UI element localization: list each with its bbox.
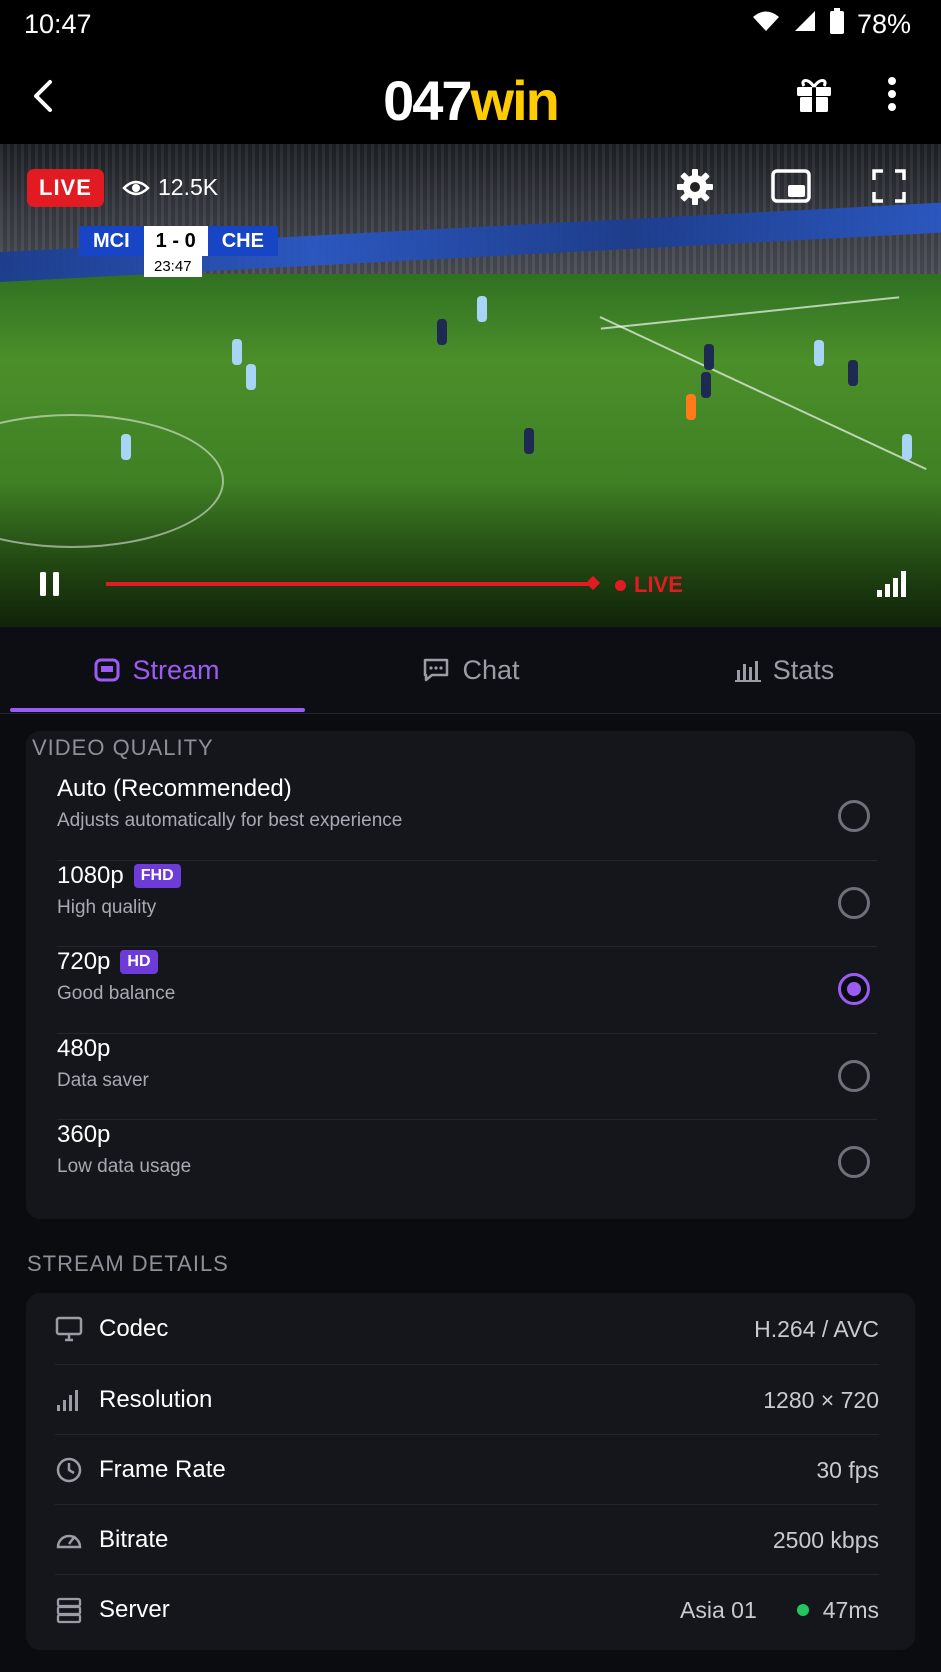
detail-value: H.264 / AVC xyxy=(754,1315,879,1342)
home-team: MCI xyxy=(79,226,144,256)
settings-button[interactable] xyxy=(676,168,714,211)
quality-radio[interactable] xyxy=(838,887,870,919)
scorebug: MCI 1 - 0 CHE xyxy=(79,226,278,256)
quality-label: 360p xyxy=(57,1121,111,1148)
quality-label: 720p xyxy=(57,948,111,975)
viewer-count: 12.5K xyxy=(122,174,218,201)
more-vertical-icon xyxy=(888,77,896,111)
quality-radio[interactable] xyxy=(838,1146,870,1178)
quality-option-auto[interactable]: Auto (Recommended) Adjusts automatically… xyxy=(57,775,877,861)
tab-stream[interactable]: Stream xyxy=(0,627,314,713)
tab-bar: Stream Chat Stats xyxy=(0,627,941,714)
quality-badge: HD xyxy=(120,950,158,974)
gear-icon xyxy=(677,169,713,205)
signal-bars-icon xyxy=(57,1390,78,1411)
detail-label: Bitrate xyxy=(99,1526,169,1553)
stats-icon xyxy=(734,661,761,682)
stream-details-title: STREAM DETAILS xyxy=(27,1251,229,1276)
latency-status-dot xyxy=(796,1604,809,1616)
quality-description: Data saver xyxy=(57,1070,149,1091)
more-options-button[interactable] xyxy=(885,76,899,117)
quality-option-480p[interactable]: 480p Data saver xyxy=(57,1035,877,1121)
gift-icon xyxy=(797,79,831,112)
detail-value: 1280 × 720 xyxy=(763,1386,879,1413)
live-dot xyxy=(615,579,626,591)
quality-description: Good balance xyxy=(57,983,176,1004)
tab-stats-label: Stats xyxy=(772,654,835,685)
quality-option-1080p[interactable]: 1080p FHD High quality xyxy=(57,862,877,948)
server-icon xyxy=(56,1597,82,1624)
detail-row-codec: Codec H.264 / AVC xyxy=(55,1294,879,1364)
app-header: 047win xyxy=(0,50,941,144)
detail-row-server: Server Asia 01 47ms xyxy=(55,1575,879,1645)
monitor-icon xyxy=(55,1316,83,1342)
detail-label: Resolution xyxy=(99,1386,213,1413)
quality-radio-selected[interactable] xyxy=(838,973,870,1005)
eye-icon xyxy=(122,180,150,195)
gauge-icon xyxy=(56,1534,82,1549)
progress-bar[interactable] xyxy=(106,582,594,586)
wifi-icon xyxy=(751,9,781,40)
detail-value: 30 fps xyxy=(816,1456,879,1483)
quality-badge: FHD xyxy=(133,864,181,888)
live-indicator-label: LIVE xyxy=(634,572,683,597)
detail-row-resolution: Resolution 1280 × 720 xyxy=(55,1365,879,1435)
status-icons: 78% xyxy=(751,8,911,41)
tab-stats[interactable]: Stats xyxy=(628,627,941,713)
match-clock: 23:47 xyxy=(144,256,202,277)
fullscreen-icon xyxy=(872,169,906,203)
detail-label: Codec xyxy=(99,1315,169,1342)
fullscreen-button[interactable] xyxy=(871,168,907,209)
detail-row-frame-rate: Frame Rate 30 fps xyxy=(55,1435,879,1505)
quality-option-720p[interactable]: 720p HD Good balance xyxy=(57,948,877,1034)
quality-description: Adjusts automatically for best experienc… xyxy=(57,810,403,831)
battery-icon xyxy=(829,8,845,41)
detail-label: Server xyxy=(99,1596,170,1623)
clock-icon xyxy=(56,1457,82,1483)
quality-radio[interactable] xyxy=(838,800,870,832)
detail-label: Frame Rate xyxy=(99,1456,226,1483)
detail-row-bitrate: Bitrate 2500 kbps xyxy=(55,1505,879,1575)
quality-option-360p[interactable]: 360p Low data usage xyxy=(57,1121,877,1207)
quality-description: High quality xyxy=(57,897,157,918)
quality-label: 480p xyxy=(57,1035,111,1062)
quality-description: Low data usage xyxy=(57,1156,192,1177)
live-indicator[interactable]: LIVE xyxy=(615,572,683,598)
active-tab-indicator xyxy=(10,708,305,712)
cell-signal-icon xyxy=(793,9,817,40)
match-score: 1 - 0 xyxy=(143,226,208,256)
live-badge: LIVE xyxy=(27,169,104,207)
video-player[interactable] xyxy=(0,144,941,627)
status-time: 10:47 xyxy=(24,9,92,39)
picture-in-picture-icon xyxy=(771,169,811,203)
gift-button[interactable] xyxy=(794,74,834,119)
video-quality-title: VIDEO QUALITY xyxy=(32,735,214,760)
signal-quality-button[interactable] xyxy=(875,568,909,603)
picture-in-picture-button[interactable] xyxy=(771,168,811,209)
detail-value: Asia 01 xyxy=(680,1596,757,1623)
stream-icon xyxy=(94,658,120,682)
pause-icon xyxy=(40,572,59,596)
pause-button[interactable] xyxy=(38,570,62,603)
viewer-count-value: 12.5K xyxy=(158,174,219,200)
latency-value: 47ms xyxy=(822,1596,879,1623)
quality-radio[interactable] xyxy=(838,1060,870,1092)
detail-value: 2500 kbps xyxy=(772,1526,879,1553)
tab-stream-label: Stream xyxy=(132,654,220,685)
quality-label: Auto (Recommended) xyxy=(57,775,292,802)
away-team: CHE xyxy=(207,226,278,256)
chat-icon xyxy=(424,658,449,682)
battery-percent: 78% xyxy=(856,9,911,39)
quality-label: 1080p xyxy=(57,862,124,889)
tab-chat-label: Chat xyxy=(462,654,520,685)
signal-bars-icon xyxy=(877,571,906,597)
tab-chat[interactable]: Chat xyxy=(314,627,628,713)
status-bar: 10:47 78% xyxy=(0,0,941,50)
